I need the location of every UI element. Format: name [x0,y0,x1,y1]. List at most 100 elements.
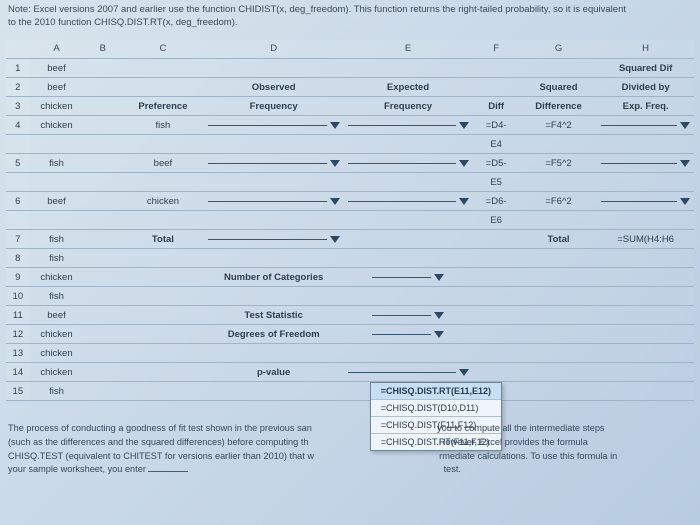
cell-A14: chicken [30,363,84,382]
cell-C3: Preference [122,97,204,116]
cell-F4b: E4 [473,135,520,154]
cell-E4-dropdown[interactable] [344,116,473,135]
footer-text: your sample worksheet, you enter [8,464,148,474]
col-A: A [30,40,84,59]
table-row: 1 beef Squared Dif [6,59,694,78]
chevron-down-icon [680,198,690,205]
cell-F5: =D5- [486,158,507,169]
cell-A15: fish [30,382,84,401]
cell-F5b: E5 [473,173,520,192]
table-row: 12 chicken Degrees of Freedom [6,325,694,344]
cell-D12: Degrees of Freedom [204,325,344,344]
col-B: B [83,40,122,59]
header-row: A B C D E F G H [6,40,694,59]
cell-G2: Squared [520,78,597,97]
cell-C4: fish [122,116,204,135]
formula-option-2[interactable]: =CHISQ.DIST(D10,D11) [371,400,501,417]
spreadsheet: A B C D E F G H 1 beef Squared Dif 2 bee… [6,40,694,402]
table-row: 15 fish [6,382,694,401]
table-row: 9 chicken Number of Categories [6,268,694,287]
table-row: 3 chicken Preference Frequency Frequency… [6,97,694,116]
cell-C7: Total [122,230,204,249]
table-row: E5 [6,173,694,192]
footer-text: you to compute all the intermediate step… [437,423,605,433]
chevron-down-icon [434,312,444,319]
cell-G3: Difference [520,97,597,116]
cell-D2: Observed [204,78,344,97]
cell-E9-dropdown[interactable] [344,268,473,287]
chevron-down-icon [330,160,340,167]
cell-A11: beef [30,306,84,325]
cell-A6: beef [30,192,84,211]
formula-option-1[interactable]: =CHISQ.DIST.RT(E11,E12) [371,383,501,400]
cell-H5-dropdown[interactable] [597,154,694,173]
chevron-down-icon [434,331,444,338]
col-E: E [344,40,473,59]
col-G: G [520,40,597,59]
cell-D11: Test Statistic [204,306,344,325]
cell-E12-dropdown[interactable] [344,325,473,344]
cell-C5: beef [122,154,204,173]
cell-F6b: E6 [473,211,520,230]
cell-H4-dropdown[interactable] [597,116,694,135]
table-row: 6 beef chicken =D6- =F6^2 [6,192,694,211]
cell-F3: Diff [473,97,520,116]
blank-input[interactable] [148,471,188,472]
table-row: 11 beef Test Statistic [6,306,694,325]
cell-E2: Expected [344,78,473,97]
footer-text: CHISQ.TEST (equivalent to CHITEST for ve… [8,451,314,461]
chevron-down-icon [459,369,469,376]
cell-C6: chicken [122,192,204,211]
chevron-down-icon [330,122,340,129]
cell-H7: =SUM(H4:H6 [597,230,694,249]
cell-E14-dropdown[interactable] [344,363,473,382]
cell-G5: =F5^2 [520,154,597,173]
cell-E6-dropdown[interactable] [344,192,473,211]
table-row: 2 beef Observed Expected Squared Divided… [6,78,694,97]
table-row: 10 fish [6,287,694,306]
cell-E3: Frequency [344,97,473,116]
cell-D6-dropdown[interactable] [204,192,344,211]
note-line-1: Note: Excel versions 2007 and earlier us… [8,4,692,17]
cell-F6: =D6- [486,196,507,207]
cell-D7-dropdown[interactable] [204,230,344,249]
cell-A2: beef [30,78,84,97]
table-row: E4 [6,135,694,154]
cell-A1: beef [30,59,84,78]
chevron-down-icon [434,274,444,281]
table-row: 4 chicken fish =D4- =F4^2 [6,116,694,135]
col-H: H [597,40,694,59]
cell-A5: fish [30,154,84,173]
cell-E5-dropdown[interactable] [344,154,473,173]
cell-A3: chicken [30,97,84,116]
cell-D3: Frequency [204,97,344,116]
col-D: D [204,40,344,59]
footer-text: . However, Excel provides the formula [434,437,588,447]
footer-text: (such as the differences and the squared… [8,437,308,447]
table-row: E6 [6,211,694,230]
cell-H6-dropdown[interactable] [597,192,694,211]
cell-A4: chicken [30,116,84,135]
table-row: 7 fish Total Total =SUM(H4:H6 [6,230,694,249]
chevron-down-icon [680,160,690,167]
cell-D4-dropdown[interactable] [204,116,344,135]
cell-A12: chicken [30,325,84,344]
cell-A10: fish [30,287,84,306]
cell-A9: chicken [30,268,84,287]
footer-text: The process of conducting a goodness of … [8,423,312,433]
chevron-down-icon [459,122,469,129]
chevron-down-icon [330,236,340,243]
cell-A13: chicken [30,344,84,363]
cell-F4: =D4- [486,120,507,131]
table-row: 13 chicken [6,344,694,363]
cell-G6: =F6^2 [520,192,597,211]
cell-E11-dropdown[interactable] [344,306,473,325]
table-row: 5 fish beef =D5- =F5^2 [6,154,694,173]
table-row: 8 fish [6,249,694,268]
cell-D14: p-value [204,363,344,382]
grid-table: A B C D E F G H 1 beef Squared Dif 2 bee… [6,40,694,402]
cell-D5-dropdown[interactable] [204,154,344,173]
chevron-down-icon [459,198,469,205]
cell-G4: =F4^2 [520,116,597,135]
chevron-down-icon [680,122,690,129]
